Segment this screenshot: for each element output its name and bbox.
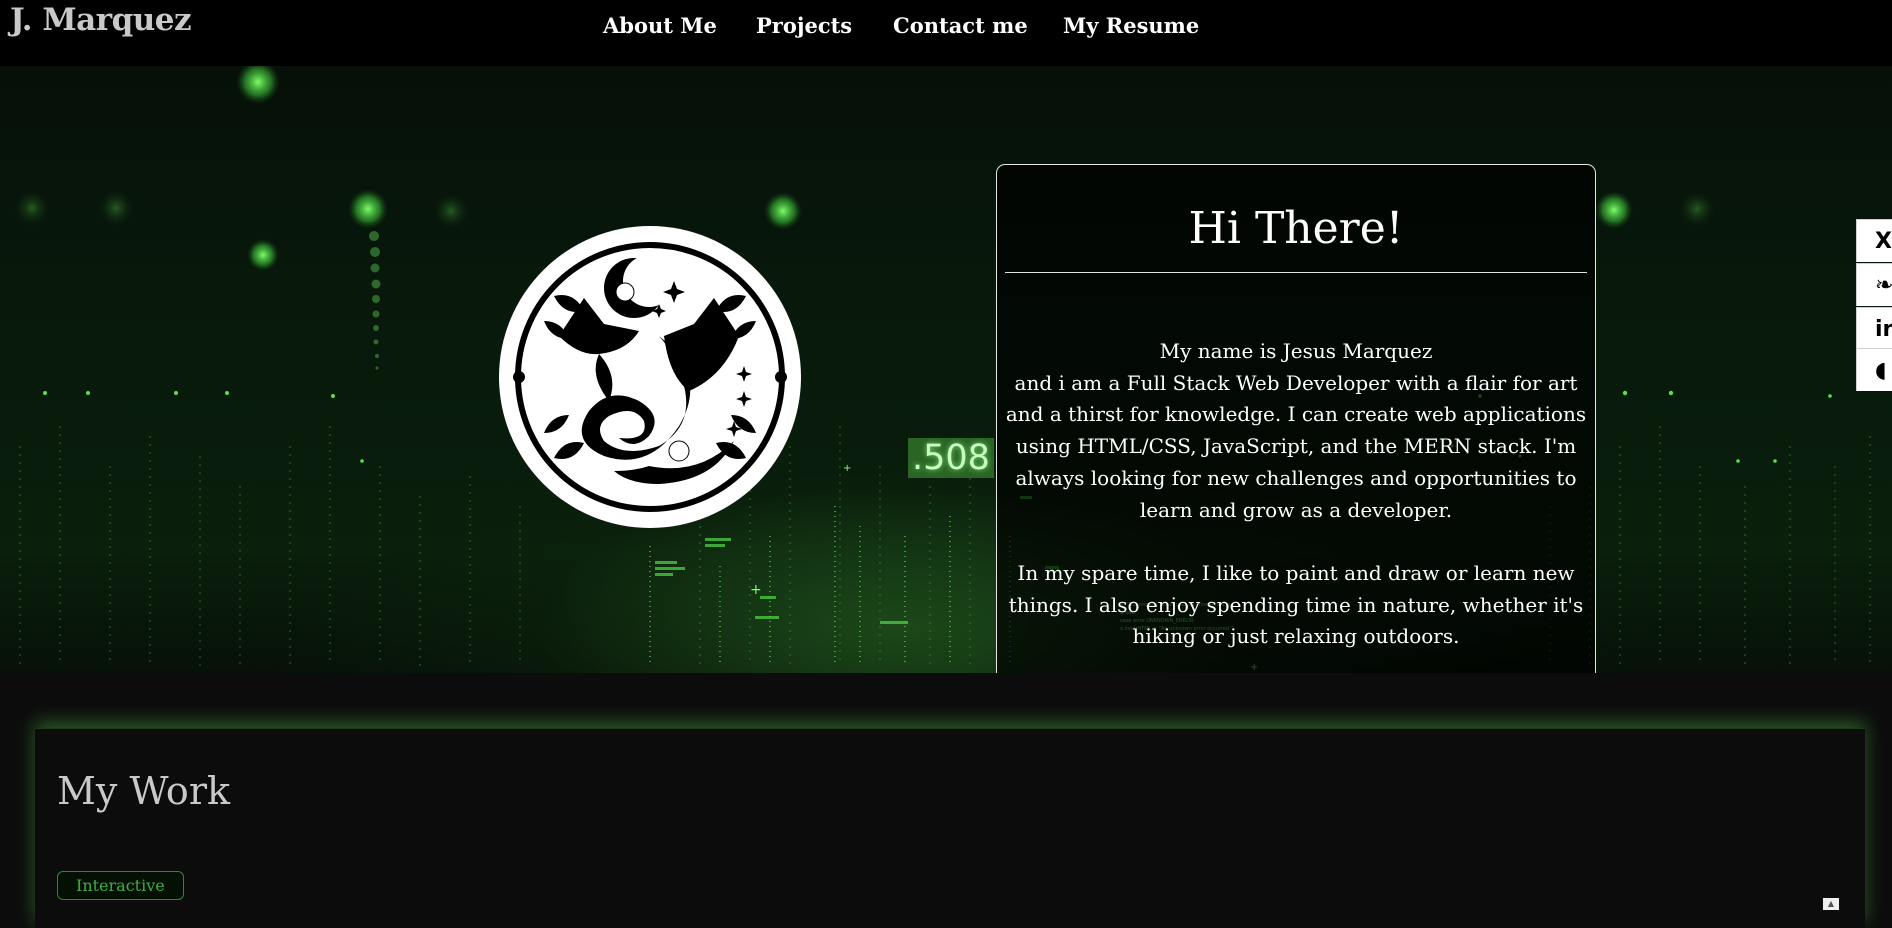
intro-line: always looking for new challenges and op… [1015,465,1577,490]
nav-projects[interactable]: Projects [756,13,852,38]
my-work-section: My Work Interactive [35,728,1865,928]
fox-emblem-icon [513,242,787,512]
navbar: J. Marquez About Me Projects Contact me … [0,0,1892,66]
intro-line: My name is Jesus Marquez [1159,339,1433,363]
github-icon: ◖ [1875,357,1887,383]
nav-about-me[interactable]: About Me [603,13,717,38]
intro-line: learn and grow as a developer. [1139,497,1453,522]
linkedin-icon: in [1875,316,1892,342]
intro-title: Hi There! [1188,203,1404,254]
filter-tag-interactive[interactable]: Interactive [57,871,184,900]
intro-line: things. I also enjoy spending time in na… [1008,592,1584,617]
nav-my-resume[interactable]: My Resume [1063,13,1199,38]
intro-line: and a thirst for knowledge. I can create… [1005,402,1587,427]
social-x-link[interactable]: X [1856,219,1892,262]
brand-logo[interactable]: J. Marquez [10,2,192,38]
profile-logo [499,226,801,528]
svg-text:+: + [843,463,851,474]
floating-number: .508 [908,438,994,478]
bluesky-icon: ❧ [1875,272,1892,298]
intro-line: In my spare time, I like to paint and dr… [1017,560,1575,585]
social-linkedin-link[interactable]: in [1856,307,1892,350]
intro-divider [1005,272,1587,273]
chevron-up-icon[interactable]: ▲ [1823,898,1839,910]
intro-text: My name is Jesus Marquez and i am a Full… [1005,336,1587,653]
social-bluesky-link[interactable]: ❧ [1856,263,1892,306]
intro-line: hiking or just relaxing outdoors. [1132,624,1460,649]
intro-card: Hi There! My name is Jesus Marquez and i… [996,164,1596,673]
intro-line: and i am a Full Stack Web Developer with… [1014,370,1578,395]
x-icon: X [1875,228,1892,254]
social-github-link[interactable]: ◖ [1856,348,1892,391]
my-work-title: My Work [57,769,231,813]
svg-text:+: + [750,582,762,598]
hero-section: = "The request to get user location time… [0,66,1892,673]
hero-background: = "The request to get user location time… [14,66,1871,673]
intro-line: using HTML/CSS, JavaScript, and the MERN… [1015,434,1577,459]
nav-contact-me[interactable]: Contact me [893,13,1028,38]
